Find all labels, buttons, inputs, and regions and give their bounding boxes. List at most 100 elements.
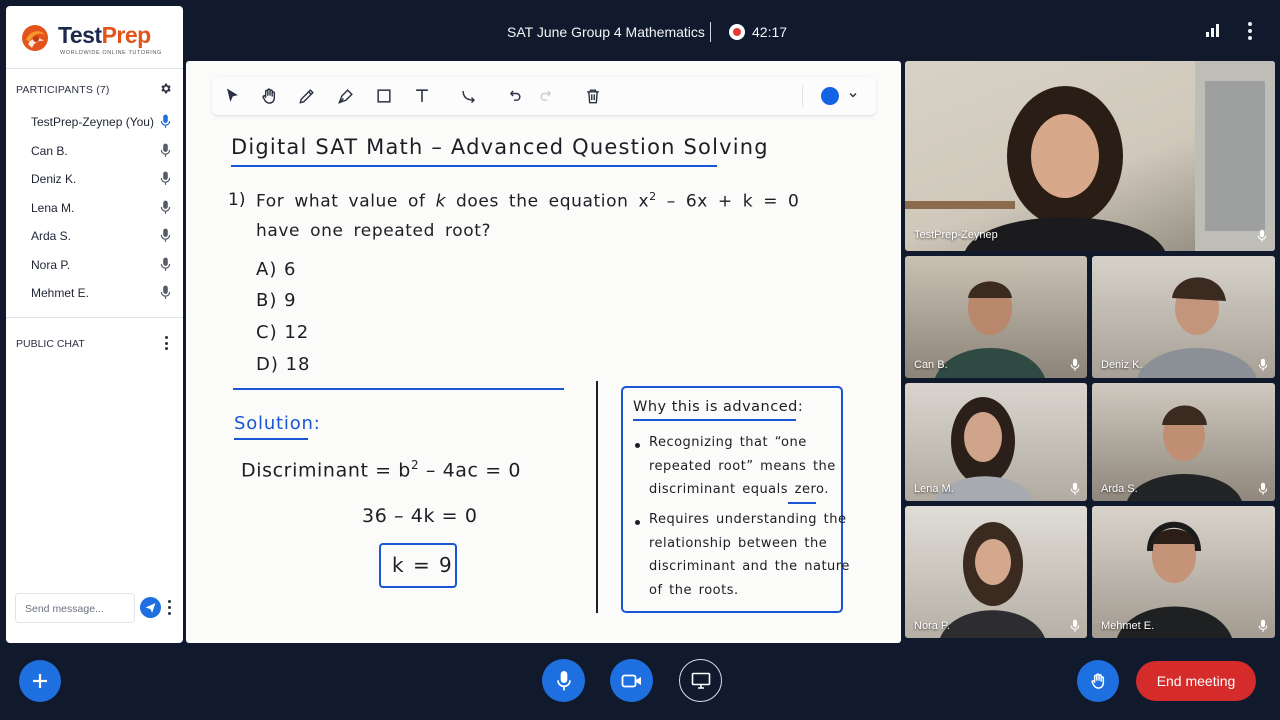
choice-a: A) 6 (256, 259, 297, 280)
video-tile-participant[interactable]: Can B. (905, 256, 1087, 378)
tile-mic-icon (1257, 229, 1267, 242)
screen-share-button[interactable] (679, 659, 722, 702)
mic-active-icon (160, 114, 171, 128)
choice-c: C) 12 (256, 322, 310, 343)
participant-item[interactable]: Arda S. (6, 227, 183, 256)
video-tile-participant[interactable]: Mehmet E. (1092, 506, 1275, 638)
gear-icon[interactable] (159, 82, 172, 95)
question-line-1: For what value of k does the equation x2… (256, 190, 800, 212)
participant-item[interactable]: Can B. (6, 142, 183, 171)
question-divider-line (233, 388, 564, 390)
video-tile-participant[interactable]: Deniz K. (1092, 256, 1275, 378)
logo-swirl-icon (22, 25, 48, 51)
video-tile-participant[interactable]: Arda S. (1092, 383, 1275, 501)
chat-more-icon[interactable] (164, 336, 168, 350)
discriminant-equation: Discriminant = b2 – 4ac = 0 (241, 458, 522, 482)
tile-name: Deniz K. (1101, 359, 1143, 371)
microphone-icon (556, 670, 571, 690)
mic-icon (160, 228, 171, 242)
why-line: discriminant and the nature (649, 559, 850, 574)
add-button[interactable] (19, 660, 61, 702)
mic-icon (160, 285, 171, 299)
tile-mic-icon (1258, 358, 1268, 371)
video-tile-participant[interactable]: Nora P. (905, 506, 1087, 638)
chat-message-input[interactable]: Send message... (15, 593, 135, 623)
chat-divider (6, 317, 183, 318)
undo-icon[interactable] (504, 86, 524, 106)
why-line: repeated root” means the (649, 459, 836, 474)
why-line: relationship between the (649, 536, 828, 551)
connector-tool-icon[interactable] (459, 86, 479, 106)
plus-icon (33, 674, 47, 688)
solution-underline (234, 438, 308, 440)
raise-hand-icon (1091, 673, 1105, 689)
testprep-logo: TestPrep WORLDWIDE ONLINE TUTORING (20, 20, 170, 60)
participant-name: Deniz K. (31, 172, 77, 186)
tile-name: TestPrep-Zeynep (914, 229, 998, 241)
toolbar-separator (802, 85, 803, 107)
trash-icon[interactable] (583, 86, 603, 106)
send-icon (145, 603, 156, 613)
tile-name: Lena M. (914, 483, 954, 495)
mic-icon (160, 257, 171, 271)
participant-item[interactable]: Deniz K. (6, 170, 183, 199)
why-line: Recognizing that “one (649, 435, 807, 450)
bullet-dot (635, 520, 640, 525)
host-video-feed (905, 61, 1275, 251)
select-tool-icon[interactable] (222, 86, 242, 106)
left-panel: TestPrep WORLDWIDE ONLINE TUTORING PARTI… (6, 6, 183, 643)
top-bar: SAT June Group 4 Mathematics 42:17 (190, 0, 1280, 62)
pen-color-swatch[interactable] (821, 87, 839, 105)
camera-button[interactable] (610, 659, 653, 702)
video-tile-participant[interactable]: Lena M. (905, 383, 1087, 501)
pen-tool-icon[interactable] (336, 86, 356, 106)
why-line: discriminant equals zero. (649, 482, 829, 497)
participant-video-feed (1117, 521, 1232, 638)
video-camera-icon (621, 674, 641, 687)
mic-icon (160, 171, 171, 185)
redo-icon[interactable] (537, 86, 557, 106)
pencil-tool-icon[interactable] (297, 86, 317, 106)
tile-name: Mehmet E. (1101, 620, 1155, 632)
send-button[interactable] (140, 597, 161, 618)
whiteboard[interactable]: Digital SAT Math – Advanced Question Sol… (186, 61, 901, 643)
raise-hand-button[interactable] (1077, 660, 1119, 702)
participant-name: Lena M. (31, 200, 75, 215)
mic-icon (160, 143, 171, 157)
logo-divider (6, 68, 183, 69)
tile-name: Can B. (914, 359, 948, 371)
text-tool-icon[interactable] (412, 86, 432, 106)
solution-label: Solution: (234, 413, 321, 434)
rectangle-tool-icon[interactable] (374, 86, 394, 106)
answer-text: k = 9 (392, 553, 454, 577)
brand-name: TestPrep (58, 22, 151, 48)
end-meeting-button[interactable]: End meeting (1136, 661, 1256, 701)
participant-item[interactable]: TestPrep-Zeynep (You) (6, 113, 183, 142)
tile-mic-icon (1258, 482, 1268, 495)
participant-item[interactable]: Lena M. (6, 199, 183, 228)
participant-item[interactable]: Nora P. (6, 256, 183, 285)
choice-b: B) 9 (256, 290, 297, 311)
signal-strength-icon[interactable] (1206, 24, 1220, 37)
choice-d: D) 18 (256, 354, 311, 375)
title-underline (231, 165, 717, 167)
recording-icon (729, 24, 745, 40)
question-number: 1) (228, 190, 246, 210)
tile-name: Nora P. (914, 620, 950, 632)
chat-options-icon[interactable] (167, 600, 171, 615)
more-options-icon[interactable] (1248, 22, 1252, 40)
participants-heading: PARTICIPANTS (7) (16, 84, 110, 96)
participant-item[interactable]: Mehmet E. (6, 284, 183, 313)
participant-video-feed (940, 522, 1045, 638)
participant-list: TestPrep-Zeynep (You) Can B. Deniz K. Le… (6, 113, 183, 313)
board-title: Digital SAT Math – Advanced Question Sol… (231, 135, 769, 159)
participant-name: Can B. (31, 143, 68, 158)
hand-tool-icon[interactable] (259, 86, 279, 106)
title-separator (710, 22, 711, 42)
chevron-down-icon[interactable] (848, 90, 858, 100)
participant-name: TestPrep-Zeynep (You) (31, 115, 154, 129)
microphone-button[interactable] (542, 659, 585, 702)
video-tile-host[interactable]: TestPrep-Zeynep (905, 61, 1275, 251)
participant-name: Nora P. (31, 257, 71, 272)
why-line: Requires understanding the (649, 512, 847, 527)
